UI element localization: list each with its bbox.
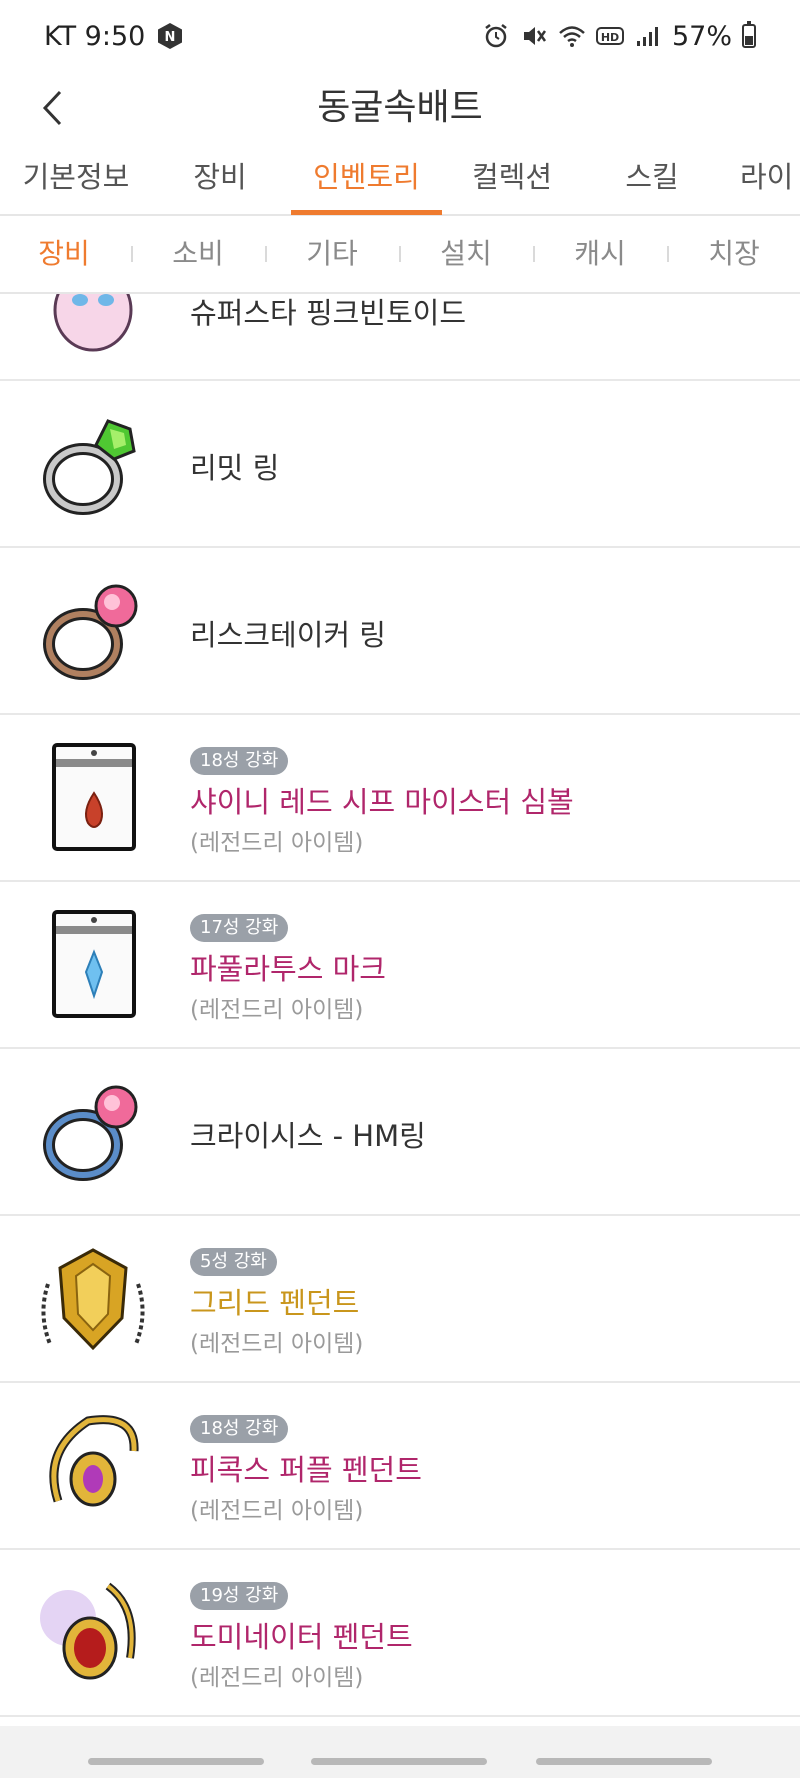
svg-text:HD: HD — [601, 31, 619, 44]
enhancement-badge: 17성 강화 — [190, 914, 289, 942]
mark-icon — [52, 910, 136, 1018]
crisis-ring-icon — [43, 1085, 138, 1181]
main-tabs: 기본정보 장비 인벤토리 컬렉션 스킬 라이 — [0, 144, 800, 216]
item-grade: (레전드리 아이템) — [190, 1498, 364, 1524]
item-name: 리밋 링 — [190, 451, 280, 485]
tab-equipment[interactable]: 장비 — [180, 144, 260, 214]
subtab-divider — [131, 246, 133, 262]
list-item[interactable]: 슈퍼스타 핑크빈토이드 — [0, 294, 800, 381]
app-notification-icon: N — [158, 23, 183, 49]
list-item[interactable]: 18성 강화 피콕스 퍼플 펜던트 (레전드리 아이템) — [0, 1383, 800, 1550]
subtab-etc[interactable]: 기타 — [272, 216, 392, 292]
tab-skill[interactable]: 스킬 — [612, 144, 692, 214]
item-name: 파풀라투스 마크 — [190, 952, 386, 986]
limit-ring-icon — [43, 419, 136, 515]
item-name: 슈퍼스타 핑크빈토이드 — [190, 296, 467, 330]
wifi-icon — [559, 26, 585, 47]
enhancement-badge: 19성 강화 — [190, 1582, 289, 1610]
list-item[interactable]: 18성 강화 샤이니 레드 시프 마이스터 심볼 (레전드리 아이템) — [0, 715, 800, 882]
carrier-time: KT 9:50 — [44, 20, 146, 52]
item-name: 피콕스 퍼플 펜던트 — [190, 1453, 422, 1487]
nav-home-button[interactable] — [311, 1758, 487, 1765]
enhancement-badge: 18성 강화 — [190, 747, 289, 775]
greed-pendant-icon — [41, 1248, 145, 1351]
subtab-consumable[interactable]: 소비 — [138, 216, 258, 292]
item-name: 도미네이터 펜던트 — [190, 1620, 413, 1654]
pink-bean-icon — [53, 294, 133, 352]
peacock-pendant-icon — [49, 1415, 139, 1507]
mute-icon — [523, 27, 547, 45]
item-grade: (레전드리 아이템) — [190, 997, 364, 1023]
list-item[interactable]: 17성 강화 파풀라투스 마크 (레전드리 아이템) — [0, 882, 800, 1049]
list-item[interactable]: 5성 강화 그리드 펜던트 (레전드리 아이템) — [0, 1216, 800, 1383]
item-grade: (레전드리 아이템) — [190, 830, 364, 856]
nav-recents-button[interactable] — [88, 1758, 264, 1765]
subtab-cash[interactable]: 캐시 — [540, 216, 660, 292]
signal-icon — [636, 27, 658, 46]
battery-icon — [742, 21, 756, 48]
item-name: 크라이시스 - HM링 — [190, 1119, 426, 1153]
list-item[interactable]: 크라이시스 - HM링 — [0, 1049, 800, 1216]
chevron-left-icon — [42, 90, 62, 126]
subtab-divider — [533, 246, 535, 262]
tab-inventory[interactable]: 인벤토리 — [291, 144, 442, 214]
page-title: 동굴속배트 — [317, 87, 483, 128]
status-bar: KT 9:50 N HD 57% — [0, 0, 800, 72]
tab-basic-info[interactable]: 기본정보 — [18, 144, 134, 214]
item-name: 리스크테이커 링 — [190, 618, 386, 652]
item-text: 17성 강화 파풀라투스 마크 (레전드리 아이템) — [190, 914, 386, 1024]
back-button[interactable] — [30, 82, 74, 134]
tab-overflow[interactable]: 라이 — [740, 144, 800, 214]
enhancement-badge: 5성 강화 — [190, 1248, 277, 1276]
item-grade: (레전드리 아이템) — [190, 1665, 364, 1691]
nav-back-button[interactable] — [536, 1758, 712, 1765]
status-left: KT 9:50 N — [44, 21, 185, 52]
status-right: HD 57% — [482, 21, 756, 52]
item-text: 크라이시스 - HM링 — [190, 1109, 426, 1155]
item-text: 5성 강화 그리드 펜던트 (레전드리 아이템) — [190, 1248, 363, 1358]
item-grade: (레전드리 아이템) — [190, 1331, 364, 1357]
item-text: 슈퍼스타 핑크빈토이드 — [190, 294, 466, 332]
hd-icon: HD — [595, 27, 624, 45]
risk-taker-ring-icon — [43, 584, 138, 680]
system-nav-bar — [0, 1726, 800, 1778]
item-list: 슈퍼스타 핑크빈토이드 리밋 링 리스크테이커 링 18성 강화 샤이니 레드 … — [0, 294, 800, 1726]
sub-tabs: 장비 소비 기타 설치 캐시 치장 — [0, 216, 800, 294]
active-tab-indicator — [291, 210, 442, 215]
app-header: 동굴속배트 — [0, 72, 800, 144]
subtab-divider — [265, 246, 267, 262]
item-text: 리밋 링 — [190, 441, 279, 487]
item-text: 18성 강화 피콕스 퍼플 펜던트 (레전드리 아이템) — [190, 1415, 422, 1525]
battery-percent: 57% — [671, 20, 732, 52]
symbol-icon — [52, 743, 136, 851]
alarm-icon — [485, 24, 507, 48]
subtab-setup[interactable]: 설치 — [406, 216, 526, 292]
tab-collection[interactable]: 컬렉션 — [460, 144, 564, 214]
item-text: 19성 강화 도미네이터 펜던트 (레전드리 아이템) — [190, 1582, 413, 1692]
item-name: 샤이니 레드 시프 마이스터 심볼 — [190, 785, 574, 819]
enhancement-badge: 18성 강화 — [190, 1415, 289, 1443]
item-text: 18성 강화 샤이니 레드 시프 마이스터 심볼 (레전드리 아이템) — [190, 747, 574, 857]
subtab-equipment[interactable]: 장비 — [4, 216, 124, 292]
item-name: 그리드 펜던트 — [190, 1286, 360, 1320]
list-item[interactable]: 19성 강화 도미네이터 펜던트 (레전드리 아이템) — [0, 1550, 800, 1717]
svg-text:N: N — [165, 30, 176, 45]
subtab-cosmetic[interactable]: 치장 — [674, 216, 794, 292]
item-text: 리스크테이커 링 — [190, 608, 386, 654]
list-item[interactable]: 리밋 링 — [0, 381, 800, 548]
dominator-pendant-icon — [40, 1582, 136, 1680]
subtab-divider — [399, 246, 401, 262]
subtab-divider — [667, 246, 669, 262]
list-item[interactable]: 리스크테이커 링 — [0, 548, 800, 715]
